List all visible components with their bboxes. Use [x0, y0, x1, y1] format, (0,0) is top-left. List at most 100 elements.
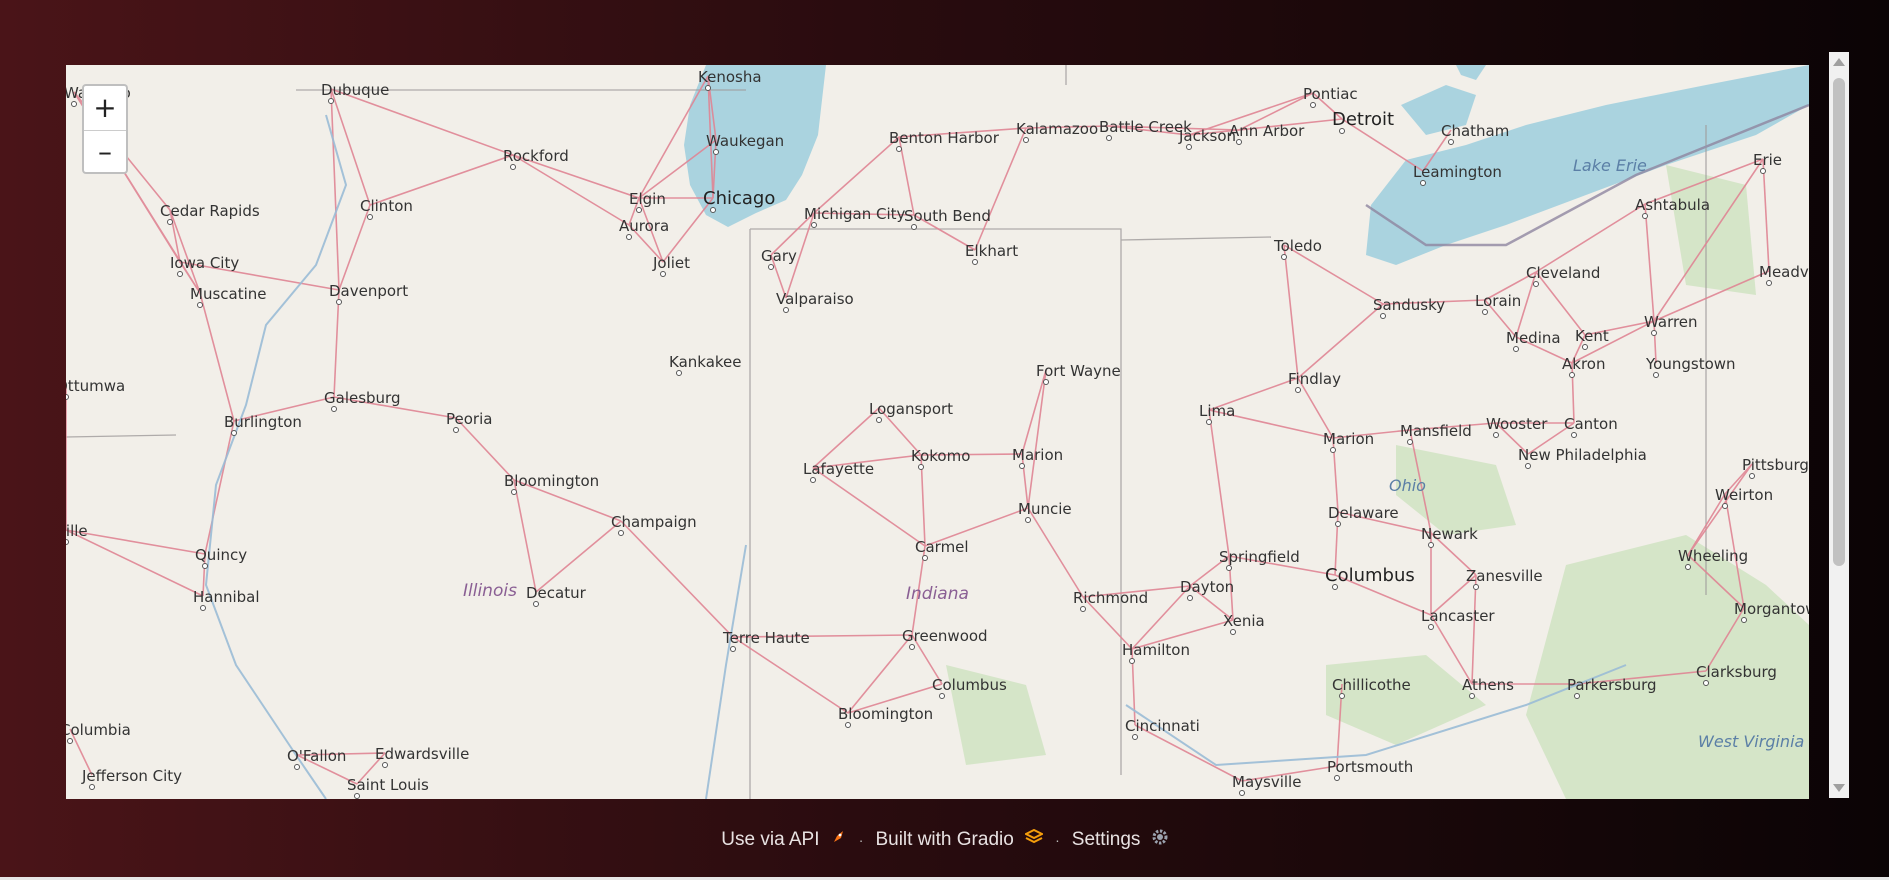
map-label-saint-louis: Saint Louis [347, 776, 429, 794]
city-marker [354, 793, 360, 799]
map-label-kenosha: Kenosha [698, 68, 762, 86]
map-label-south-bend: South Bend [904, 207, 991, 225]
city-marker [1749, 473, 1755, 479]
map-label-lima: Lima [1199, 402, 1235, 420]
city-marker [1428, 542, 1434, 548]
map-label-peoria: Peoria [446, 410, 492, 428]
scroll-down-arrow-icon[interactable] [1833, 784, 1845, 792]
map-label-pittsburgh: Pittsburgh [1742, 456, 1809, 474]
city-marker [336, 299, 342, 305]
map-label-ann-arbor: Ann Arbor [1229, 122, 1305, 140]
built-with-gradio-link[interactable]: Built with Gradio [875, 828, 1045, 851]
map-label-athens: Athens [1462, 676, 1514, 694]
city-marker [167, 219, 173, 225]
city-marker [328, 98, 334, 104]
map-label-pontiac: Pontiac [1303, 85, 1358, 103]
city-marker [1310, 102, 1316, 108]
map-label-champaign: Champaign [611, 513, 697, 531]
map-label-davenport: Davenport [329, 282, 408, 300]
map-label-delaware: Delaware [1328, 504, 1399, 522]
city-marker [1106, 135, 1112, 141]
city-marker [660, 271, 666, 277]
map-label-chatham: Chatham [1441, 122, 1509, 140]
city-marker [1685, 564, 1691, 570]
city-marker [939, 693, 945, 699]
built-with-gradio-label: Built with Gradio [875, 829, 1014, 850]
map-label-rockford: Rockford [503, 147, 569, 165]
city-marker [845, 722, 851, 728]
city-marker [453, 427, 459, 433]
city-marker [197, 302, 203, 308]
city-marker [294, 764, 300, 770]
map-label-dayton: Dayton [1180, 578, 1234, 596]
green-areas [946, 165, 1809, 799]
scrollbar-thumb[interactable] [1833, 78, 1845, 566]
gear-icon [1152, 829, 1168, 851]
zoom-in-button[interactable]: + [84, 86, 126, 130]
city-marker [1334, 775, 1340, 781]
map-label-zanesville: Zanesville [1466, 567, 1543, 585]
map-label-parkersburg: Parkersburg [1567, 676, 1657, 694]
city-marker [1339, 128, 1345, 134]
city-marker [626, 234, 632, 240]
city-marker [367, 214, 373, 220]
city-marker [177, 271, 183, 277]
city-marker [1766, 280, 1772, 286]
city-marker [202, 563, 208, 569]
city-marker [71, 101, 77, 107]
map-label-sandusky: Sandusky [1373, 296, 1445, 314]
map-label-richmond: Richmond [1073, 589, 1148, 607]
city-marker [972, 259, 978, 265]
map-label-maysville: Maysville [1232, 773, 1301, 791]
city-marker [1330, 447, 1336, 453]
map-label-ville: Ville [66, 522, 88, 540]
city-marker [200, 605, 206, 611]
city-marker [1571, 432, 1577, 438]
map-label-cleveland: Cleveland [1526, 264, 1600, 282]
settings-link[interactable]: Settings [1072, 829, 1168, 851]
map-label-ohio: Ohio [1389, 476, 1426, 495]
map-label-jefferson-city: Jefferson City [81, 767, 182, 785]
city-marker [1230, 629, 1236, 635]
vertical-scrollbar[interactable] [1829, 52, 1849, 798]
city-marker [810, 477, 816, 483]
city-marker [511, 489, 517, 495]
map-label-kokomo: Kokomo [911, 447, 970, 465]
map-label-new-philadelphia: New Philadelphia [1518, 446, 1647, 464]
city-marker [1569, 372, 1575, 378]
map-label-clarksburg: Clarksburg [1696, 663, 1777, 681]
city-marker [710, 207, 716, 213]
map-label-carmel: Carmel [915, 538, 969, 556]
map-label-michigan-city: Michigan City [804, 205, 906, 223]
map-label-o-fallon: O'Fallon [287, 747, 346, 765]
map-label-medina: Medina [1506, 329, 1561, 347]
map-label-columbus: Columbus [1325, 565, 1415, 586]
city-marker [1226, 565, 1232, 571]
map-label-columbus: Columbus [932, 676, 1007, 694]
map-canvas[interactable]: WaterlooDubuqueKenoshaWaukeganBenton Har… [66, 65, 1809, 799]
city-marker [1642, 213, 1648, 219]
map-label-valparaiso: Valparaiso [776, 290, 854, 308]
map-view[interactable]: WaterlooDubuqueKenoshaWaukeganBenton Har… [66, 65, 1809, 799]
city-marker [1236, 139, 1242, 145]
city-marker [1023, 137, 1029, 143]
scroll-up-arrow-icon[interactable] [1833, 58, 1845, 66]
map-label-akron: Akron [1562, 355, 1605, 373]
city-marker [1380, 313, 1386, 319]
map-label-warren: Warren [1644, 313, 1698, 331]
city-marker [89, 784, 95, 790]
map-label-hamilton: Hamilton [1122, 641, 1190, 659]
city-marker [911, 224, 917, 230]
city-marker [67, 738, 73, 744]
city-marker [618, 530, 624, 536]
zoom-out-button[interactable]: – [84, 130, 126, 172]
city-marker [66, 394, 69, 400]
gradio-logo-icon [1023, 828, 1045, 851]
city-marker [1469, 693, 1475, 699]
city-marker [896, 146, 902, 152]
map-label-ottumwa: Ottumwa [66, 377, 125, 395]
map-label-kent: Kent [1575, 327, 1609, 345]
map-label-dubuque: Dubuque [321, 81, 389, 99]
city-marker [1025, 517, 1031, 523]
use-via-api-link[interactable]: Use via API [721, 829, 847, 851]
